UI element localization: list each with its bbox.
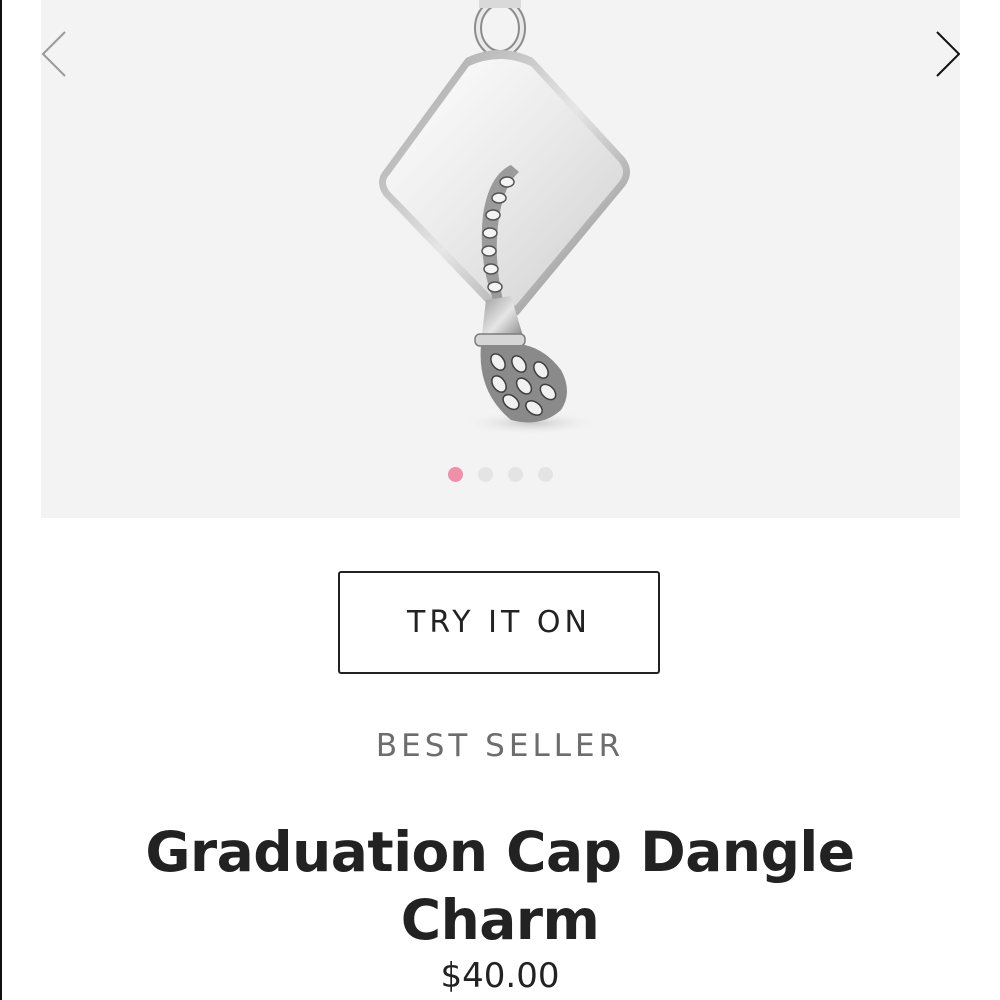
- product-title-line-2: Charm: [400, 888, 600, 952]
- carousel-dot-1[interactable]: [448, 467, 463, 482]
- best-seller-badge: BEST SELLER: [375, 728, 625, 764]
- product-price: $40.00: [440, 956, 560, 996]
- product-gallery[interactable]: [41, 0, 960, 518]
- carousel-dot-3[interactable]: [508, 467, 523, 482]
- carousel-dots: [41, 467, 960, 483]
- chevron-right-icon[interactable]: [933, 28, 960, 80]
- chevron-left-icon[interactable]: [41, 28, 81, 80]
- try-it-on-button[interactable]: TRY IT ON: [338, 571, 660, 674]
- carousel-dot-2[interactable]: [478, 467, 493, 482]
- product-title: Graduation Cap Dangle Charm: [100, 818, 900, 954]
- product-image: [379, 0, 630, 435]
- carousel-dot-4[interactable]: [538, 467, 553, 482]
- left-border: [0, 0, 2, 1000]
- product-title-line-1: Graduation Cap Dangle: [145, 820, 855, 884]
- product-page: TRY IT ON BEST SELLER Graduation Cap Dan…: [0, 0, 1000, 1000]
- try-it-on-label: TRY IT ON: [407, 605, 591, 640]
